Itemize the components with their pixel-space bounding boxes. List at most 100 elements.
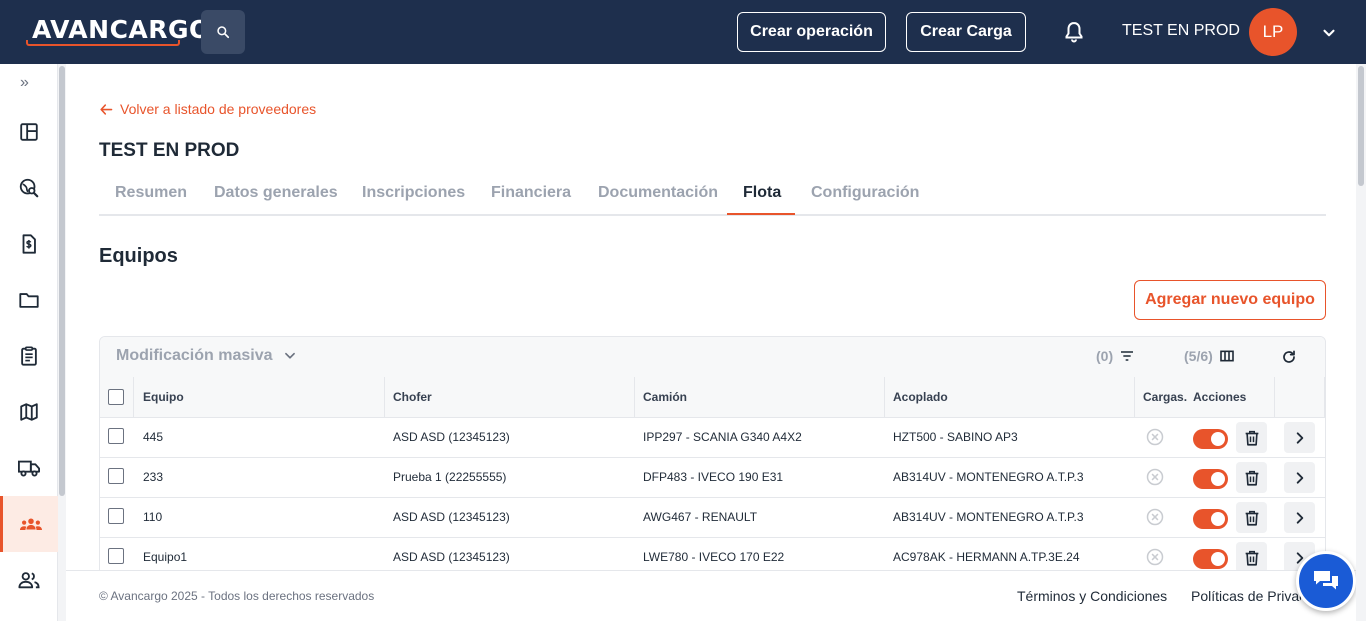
row-checkbox[interactable] [108,468,124,484]
no-loads-icon [1146,508,1164,526]
row-checkbox[interactable] [108,428,124,444]
view-details-button[interactable] [1284,502,1315,533]
column-header-acoplado[interactable]: Acoplado [893,390,948,404]
back-to-providers-link[interactable]: Volver a listado de proveedores [99,101,316,117]
create-load-button[interactable]: Crear Carga [906,12,1026,52]
search-button[interactable] [201,10,245,54]
page-title: TEST EN PROD [99,140,240,161]
columns-icon [1219,350,1234,362]
filter-icon [1121,351,1134,361]
trash-icon [1245,470,1258,486]
column-separator[interactable] [1134,377,1135,418]
column-separator[interactable] [884,377,885,418]
chevron-down-icon[interactable] [1320,24,1338,42]
column-separator[interactable] [384,377,385,418]
no-loads-icon [1146,548,1164,566]
table-toolbar: Modificación masiva (0) (5/6) [100,337,1325,377]
sidebar-item-folders[interactable] [0,272,58,328]
sidebar-item-clipboard[interactable] [0,328,58,384]
no-loads-icon [1146,428,1164,446]
active-toggle[interactable] [1193,509,1228,529]
table-row[interactable]: 445 ASD ASD (12345123) IPP297 - SCANIA G… [100,418,1325,458]
user-name[interactable]: TEST EN PROD [1122,22,1240,40]
table-row[interactable]: 110 ASD ASD (12345123) AWG467 - RENAULT … [100,498,1325,538]
back-link-label: Volver a listado de proveedores [120,101,317,117]
filter-button[interactable]: (0) [1096,348,1135,364]
avatar[interactable]: LP [1249,8,1297,56]
cell-acoplado: AB314UV - MONTENEGRO A.T.P.3 [893,470,1084,484]
select-all-checkbox[interactable] [108,389,124,405]
cell-acoplado: HZT500 - SABINO AP3 [893,430,1018,444]
delete-button[interactable] [1236,502,1267,533]
delete-button[interactable] [1236,542,1267,573]
sidebar-scrollbar-thumb[interactable] [59,66,65,496]
mass-edit-label: Modificación masiva [116,347,273,364]
tab-documentacion[interactable]: Documentación [598,184,718,202]
sidebar-item-users[interactable] [0,552,58,608]
section-title: Equipos [99,245,178,267]
row-checkbox[interactable] [108,548,124,564]
no-loads-icon [1146,468,1164,486]
search-icon [217,26,230,39]
cell-chofer: ASD ASD (12345123) [393,550,510,564]
chevron-down-icon [284,352,295,359]
column-header-equipo[interactable]: Equipo [143,390,184,404]
sidebar-item-billing[interactable] [0,216,58,272]
privacy-link[interactable]: Políticas de Privacidad [1191,588,1301,604]
table-header: Equipo Chofer Camión Acoplado Cargas. Ac… [100,377,1325,418]
column-header-camion[interactable]: Camión [643,390,687,404]
cell-equipo: 110 [143,510,163,524]
column-separator[interactable] [634,377,635,418]
tab-inscripciones[interactable]: Inscripciones [362,184,465,202]
column-header-acciones: Acciones [1193,390,1247,404]
view-details-button[interactable] [1284,422,1315,453]
column-separator [133,377,134,418]
active-toggle[interactable] [1193,549,1228,569]
cell-camion: DFP483 - IVECO 190 E31 [643,470,784,484]
tab-configuracion[interactable]: Configuración [811,184,919,202]
chevron-right-icon [1296,471,1303,484]
column-header-cargas[interactable]: Cargas. [1143,390,1187,404]
main-scrollbar[interactable] [1356,64,1366,621]
delete-button[interactable] [1236,422,1267,453]
map-icon [20,403,38,421]
main-scrollbar-thumb[interactable] [1358,66,1364,186]
chat-button[interactable] [1296,551,1356,611]
expand-sidebar-icon[interactable]: » [20,74,29,92]
sidebar-item-dashboard[interactable] [0,104,58,160]
active-toggle[interactable] [1193,469,1228,489]
tab-datos-generales[interactable]: Datos generales [214,184,338,202]
refresh-icon[interactable] [1281,349,1297,365]
bell-icon[interactable] [1062,20,1086,44]
terms-link[interactable]: Términos y Condiciones [1017,588,1167,604]
active-tab-indicator [727,213,795,215]
sidebar-item-trucks[interactable] [0,440,58,496]
cell-chofer: Prueba 1 (22255555) [393,470,507,484]
add-equipment-button[interactable]: Agregar nuevo equipo [1134,280,1326,320]
tab-resumen[interactable]: Resumen [115,184,187,202]
sidebar-item-map[interactable] [0,384,58,440]
tab-flota[interactable]: Flota [743,184,781,202]
columns-button[interactable]: (5/6) [1184,348,1235,364]
clipboard-icon [21,346,37,366]
trash-icon [1245,430,1258,446]
cell-chofer: ASD ASD (12345123) [393,510,510,524]
delete-button[interactable] [1236,462,1267,493]
row-checkbox[interactable] [108,508,124,524]
chat-icon [1314,571,1338,590]
tab-financiera[interactable]: Financiera [491,184,571,202]
sidebar-item-search-map[interactable] [0,160,58,216]
column-count: (5/6) [1184,348,1213,364]
avancargo-logo[interactable]: AVANCARGO [26,14,210,46]
sidebar-item-providers[interactable] [0,496,58,552]
active-toggle[interactable] [1193,429,1228,449]
view-details-button[interactable] [1284,462,1315,493]
column-separator [1274,377,1275,418]
column-header-chofer[interactable]: Chofer [393,390,432,404]
sidebar-scrollbar[interactable] [58,64,66,621]
mass-edit-dropdown[interactable]: Modificación masiva [116,347,297,365]
toggle-knob [1211,472,1225,486]
create-operation-button[interactable]: Crear operación [737,12,886,52]
cell-acoplado: AC978AK - HERMANN A.TP.3E.24 [893,550,1080,564]
table-row[interactable]: 233 Prueba 1 (22255555) DFP483 - IVECO 1… [100,458,1325,498]
